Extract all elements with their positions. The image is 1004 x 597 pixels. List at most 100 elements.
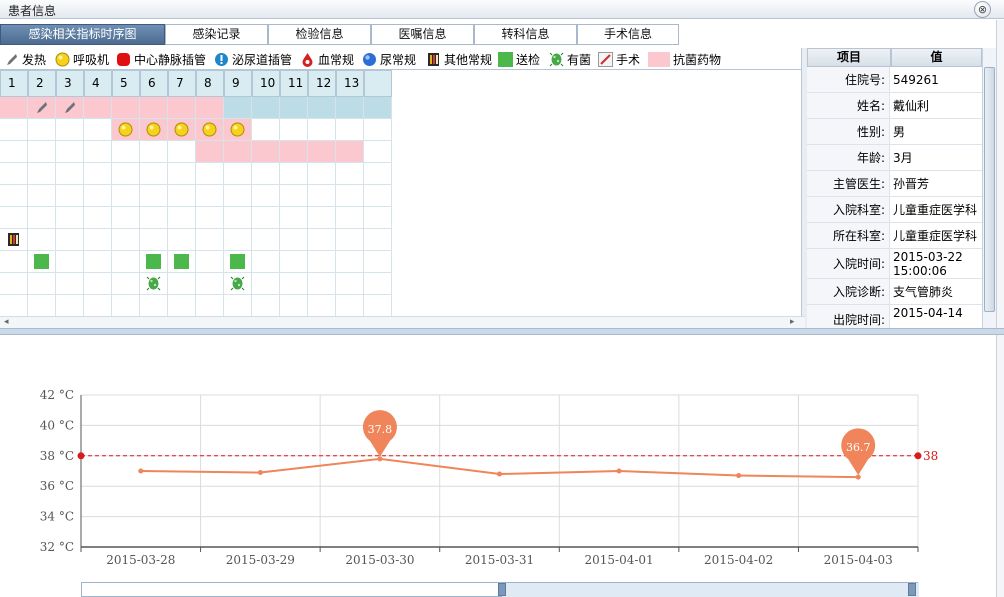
info-key: 入院科室: [807,197,890,222]
info-row: 出院时间: 2015-04-14 [807,305,982,328]
legend-item-9: 有菌 [549,51,591,67]
grid-cell [308,251,336,273]
grid-cell [336,251,364,273]
grid-cell [224,185,252,207]
day-header-3: 3 [56,70,84,97]
other-routine-icon[interactable] [6,232,21,247]
ventilator-icon[interactable] [118,122,133,137]
legend-label: 尿常规 [380,52,417,67]
grid-cell [112,251,140,273]
urinary-catheter-icon [214,52,229,67]
zoom-range[interactable] [502,583,919,597]
zoom-handle-right[interactable] [908,583,916,596]
other-routine-icon [426,52,441,67]
grid-cell [252,185,280,207]
grid-cell [224,207,252,229]
ventilator-icon[interactable] [230,122,245,137]
info-value: 2015-04-14 [893,306,963,320]
y-tick-label: 36 °C [40,479,74,493]
grid-cell [280,185,308,207]
specimen-icon[interactable] [230,254,245,269]
legend-bar: 发热 呼吸机 中心静脉插管 泌尿道插管 血常规 尿常规 其他常规 送检 有菌 手术 抗菌药物 [0,48,805,70]
grid-cell [112,295,140,317]
tab-4[interactable]: 医嘱信息 [371,24,474,45]
grid-cell [364,141,392,163]
legend-label: 呼吸机 [73,52,110,67]
grid-cell [56,295,84,317]
grid-cell [28,295,56,317]
ventilator-icon[interactable] [202,122,217,137]
grid-cell [252,207,280,229]
info-value: 戴仙利 [893,99,930,113]
legend-label: 其他常规 [444,52,493,67]
info-key: 年龄: [807,145,890,170]
specimen-icon[interactable] [174,254,189,269]
ventilator-icon[interactable] [174,122,189,137]
grid-cell [196,273,224,295]
grid-cell [28,273,56,295]
grid-cell [196,141,224,163]
day-header-8: 8 [196,70,224,97]
data-point [377,456,383,462]
grid-cell [84,295,112,317]
grid-cell [252,251,280,273]
scroll-left-icon[interactable]: ◂ [4,317,9,327]
day-header-filler [364,70,392,97]
close-icon[interactable]: ⊗ [974,1,991,18]
tab-5[interactable]: 转科信息 [474,24,577,45]
chart-zoom-slider[interactable] [81,582,919,597]
grid-cell [28,185,56,207]
grid-cell [252,273,280,295]
grid-cell [0,273,28,295]
grid-cell [140,141,168,163]
horizontal-splitter[interactable] [0,328,1004,335]
grid-cell [168,163,196,185]
day-header-5: 5 [112,70,140,97]
grid-cell [56,251,84,273]
grid-cell [84,163,112,185]
bacteria-icon[interactable] [146,276,161,291]
scrollbar-thumb[interactable] [984,67,995,312]
info-value: 支气管肺炎 [893,285,954,299]
tab-2[interactable]: 感染记录 [165,24,268,45]
specimen-icon[interactable] [146,254,161,269]
timeline-grid: 1 2 3 4 5 6 7 8 9 10 11 12 13 [0,70,392,317]
grid-cell [56,185,84,207]
info-value: 3月 [893,151,913,165]
grid-cell [308,185,336,207]
ventilator-icon[interactable] [146,122,161,137]
info-row: 入院诊断: 支气管肺炎 [807,279,982,305]
grid-cell [252,295,280,317]
info-scrollbar[interactable] [982,48,996,328]
specimen-icon[interactable] [34,254,49,269]
antibiotic-icon [648,51,670,67]
grid-horizontal-scrollbar[interactable]: ◂ ▸ [0,316,805,328]
scroll-right-icon[interactable]: ▸ [790,317,795,327]
fever-icon[interactable] [34,100,49,115]
grid-cell [336,207,364,229]
fever-icon[interactable] [62,100,77,115]
zoom-handle-left[interactable] [498,583,506,596]
tab-3[interactable]: 检验信息 [268,24,371,45]
grid-cell [56,229,84,251]
grid-cell [364,295,392,317]
grid-cell [280,163,308,185]
bacteria-icon[interactable] [230,276,245,291]
info-row: 入院时间: 2015-03-22 15:00:06 [807,249,982,279]
tab-1[interactable]: 感染相关指标时序图 [0,24,165,45]
legend-item-11: 抗菌药物 [648,51,721,67]
info-key: 出院时间: [807,305,890,328]
grid-cell [280,97,308,119]
legend-label: 手术 [616,52,641,67]
grid-cell [112,185,140,207]
legend-item-8: 送检 [498,51,540,67]
tab-6[interactable]: 手术信息 [577,24,679,45]
info-value: 孙晋芳 [893,177,930,191]
info-row: 姓名: 戴仙利 [807,93,982,119]
legend-item-2: 呼吸机 [55,51,109,67]
grid-cell [112,229,140,251]
info-row: 性别: 男 [807,119,982,145]
grid-cell [0,251,28,273]
day-header-6: 6 [140,70,168,97]
grid-cell [364,207,392,229]
